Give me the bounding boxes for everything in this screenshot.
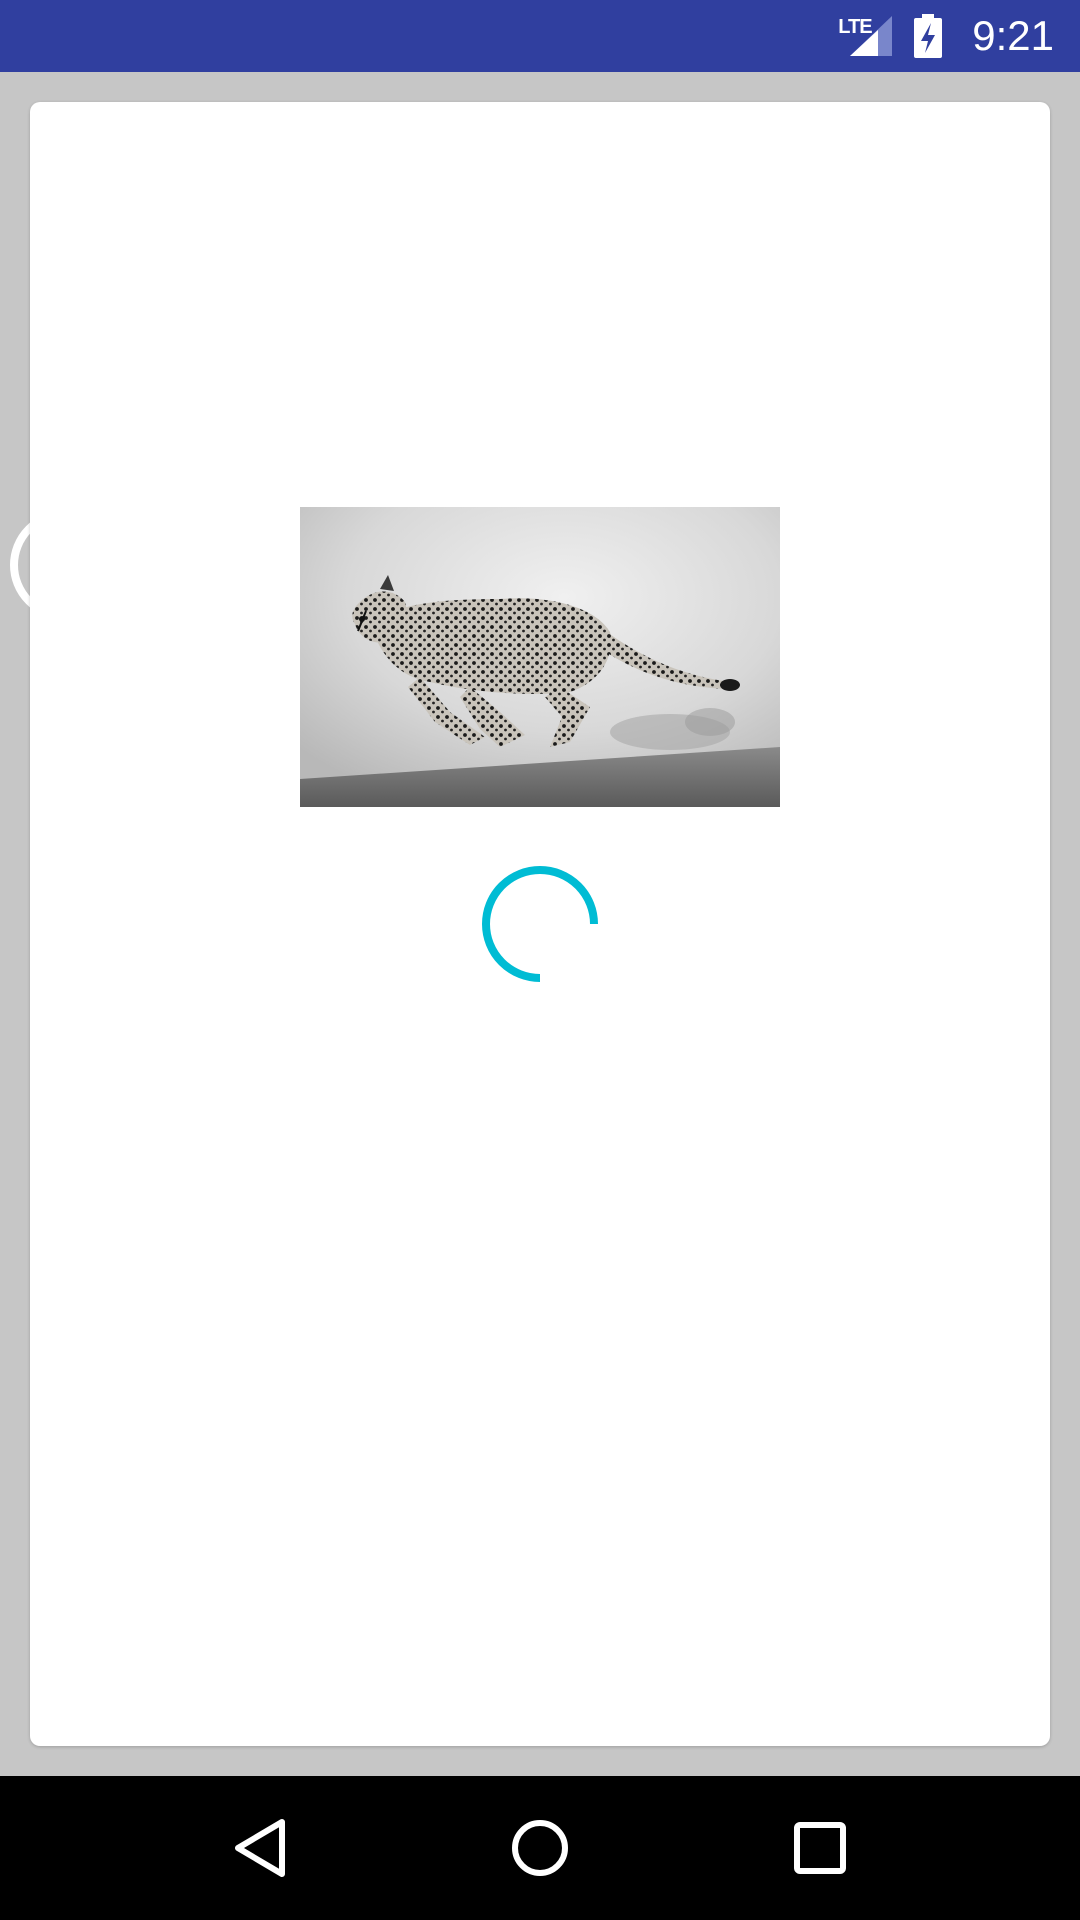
home-icon[interactable] <box>498 1806 582 1890</box>
cheetah-image <box>300 507 780 807</box>
navigation-bar <box>0 1776 1080 1920</box>
battery-charging-icon <box>912 12 944 60</box>
status-time: 9:21 <box>972 12 1054 59</box>
loading-spinner <box>478 862 602 986</box>
lte-signal-icon: LTE <box>838 12 894 60</box>
recents-icon[interactable] <box>778 1806 862 1890</box>
status-bar: LTE 9:21 <box>0 0 1080 72</box>
back-icon[interactable] <box>218 1806 302 1890</box>
